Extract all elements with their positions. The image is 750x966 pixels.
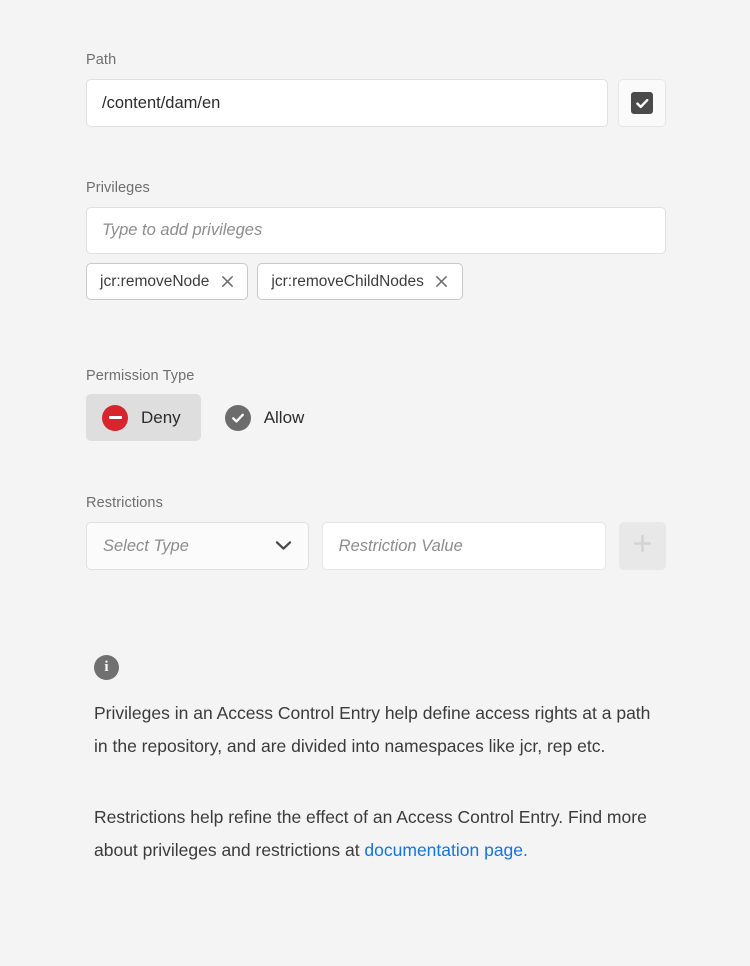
privilege-tag[interactable]: jcr:removeNode bbox=[86, 263, 249, 300]
path-input-value: /content/dam/en bbox=[102, 93, 221, 112]
restrictions-group: Restrictions Select Type Restriction Val… bbox=[86, 495, 667, 570]
info-paragraph-restrictions: Restrictions help refine the effect of a… bbox=[94, 801, 654, 867]
privileges-input[interactable]: Type to add privileges bbox=[86, 207, 666, 254]
restrictions-label: Restrictions bbox=[86, 495, 163, 511]
permission-type-label: Permission Type bbox=[86, 368, 195, 384]
privilege-tag-label: jcr:removeChildNodes bbox=[271, 272, 424, 290]
restriction-type-placeholder: Select Type bbox=[103, 536, 189, 555]
access-control-entry-form: Path /content/dam/en Privileges Type to … bbox=[0, 0, 750, 966]
plus-icon bbox=[632, 533, 653, 559]
privileges-label: Privileges bbox=[86, 180, 150, 196]
check-circle-icon bbox=[224, 404, 251, 431]
info-icon: i bbox=[94, 655, 119, 680]
restriction-value-placeholder: Restriction Value bbox=[338, 536, 463, 555]
path-label: Path bbox=[86, 52, 117, 68]
permission-option-deny[interactable]: Deny bbox=[86, 394, 201, 441]
permission-type-group: Permission Type Deny Allow bbox=[86, 368, 324, 441]
restriction-value-input[interactable]: Restriction Value bbox=[321, 522, 606, 570]
checkbox-checked-icon bbox=[631, 92, 653, 114]
permission-option-allow-label: Allow bbox=[263, 407, 305, 427]
restriction-type-select[interactable]: Select Type bbox=[86, 522, 309, 570]
path-checkbox-button[interactable] bbox=[618, 79, 666, 127]
path-field-group: Path /content/dam/en bbox=[86, 52, 666, 127]
chevron-down-icon bbox=[275, 537, 292, 556]
permission-option-deny-label: Deny bbox=[141, 407, 181, 427]
privilege-tag-label: jcr:removeNode bbox=[100, 272, 210, 290]
close-icon[interactable] bbox=[220, 275, 234, 289]
restrictions-row: Select Type Restriction Value bbox=[86, 522, 667, 570]
privileges-field-group: Privileges Type to add privileges jcr:re… bbox=[86, 180, 666, 300]
info-section: i Privileges in an Access Control Entry … bbox=[94, 655, 664, 867]
close-icon[interactable] bbox=[435, 275, 449, 289]
path-input[interactable]: /content/dam/en bbox=[86, 79, 608, 127]
documentation-page-link[interactable]: documentation page. bbox=[364, 840, 527, 860]
info-paragraph-privileges: Privileges in an Access Control Entry he… bbox=[94, 703, 651, 756]
privileges-input-placeholder: Type to add privileges bbox=[102, 221, 263, 239]
add-restriction-button[interactable] bbox=[618, 522, 667, 570]
privileges-tag-list: jcr:removeNode jcr:removeChildNodes bbox=[86, 263, 666, 300]
path-row: /content/dam/en bbox=[86, 79, 666, 127]
deny-circle-icon bbox=[102, 404, 128, 431]
permission-option-allow[interactable]: Allow bbox=[209, 394, 325, 441]
privilege-tag[interactable]: jcr:removeChildNodes bbox=[257, 263, 463, 300]
permission-type-options: Deny Allow bbox=[86, 394, 324, 441]
